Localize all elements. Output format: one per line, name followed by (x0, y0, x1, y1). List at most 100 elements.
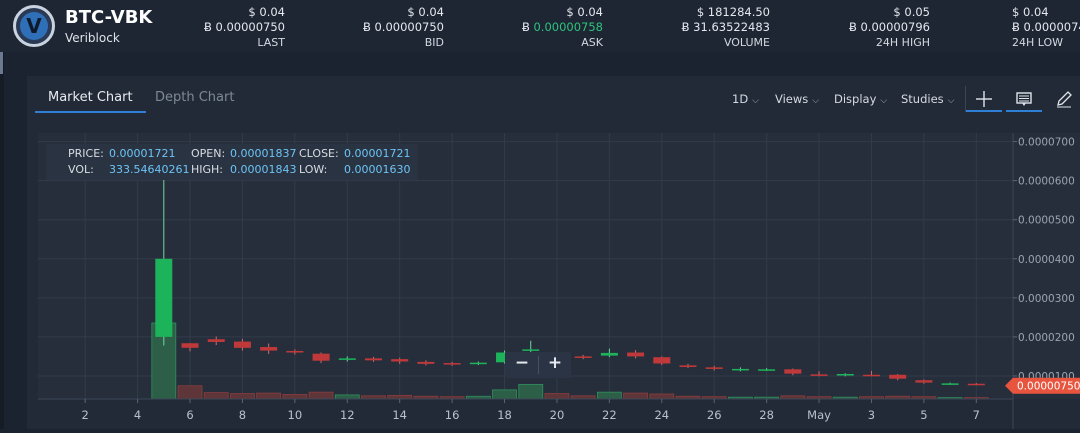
minus-icon[interactable]: − (506, 353, 538, 373)
sidebar-marker[interactable] (0, 52, 3, 74)
market-header: V BTC-VBK Veriblock $ 0.04 Ƀ 0.00000750 … (0, 0, 1080, 52)
legend-low: 0.00001630 (344, 163, 411, 176)
candle-body[interactable] (679, 365, 697, 367)
y-tick-label: 0.0000400 (1018, 254, 1075, 266)
candle-body[interactable] (417, 361, 435, 364)
legend-close: 0.00001721 (344, 147, 411, 160)
views-dropdown[interactable]: Views ⌵ (775, 92, 819, 106)
volume-bar (649, 393, 675, 400)
candle-body[interactable] (391, 359, 409, 362)
candle-body[interactable] (653, 357, 671, 364)
volume-bar (623, 392, 648, 400)
volume-bar (230, 393, 255, 400)
candle-body[interactable] (574, 356, 592, 358)
market-name: Veriblock (65, 31, 120, 45)
y-tick-label: 0.0000500 (1018, 215, 1075, 227)
candle-body[interactable] (522, 349, 540, 351)
crosshair-button[interactable] (966, 86, 1002, 112)
x-tick-label: 22 (602, 408, 617, 422)
volume-bar (256, 392, 282, 400)
candle-body[interactable] (627, 352, 645, 357)
stat-last: $ 0.04 Ƀ 0.00000750 LAST (203, 5, 285, 49)
candle-body[interactable] (364, 358, 382, 361)
plus-icon[interactable]: + (539, 353, 571, 373)
stat-24h-high: $ 0.05 Ƀ 0.00000796 24H HIGH (848, 5, 930, 49)
y-tick-label: 0.0000300 (1018, 293, 1075, 305)
candle-body[interactable] (731, 368, 749, 371)
candle-body[interactable] (260, 347, 278, 351)
chart-area[interactable]: 2 4 6 8 10 12 14 16 18 20 22 24 26 28 May 3 5 7 0.0000700 0… (38, 133, 1080, 429)
candle-body[interactable] (705, 367, 723, 369)
x-tick-label: 5 (920, 408, 927, 422)
stat-24h-low: $ 0.04 Ƀ 0.0000074 24H LOW (1012, 5, 1080, 49)
chart-tabs: Market Chart Depth Chart 1D ⌵ Views ⌵ Disp… (27, 76, 1080, 121)
candle-body[interactable] (941, 383, 959, 385)
candle-body[interactable] (758, 369, 776, 371)
legend-high-label: HIGH: (191, 163, 224, 176)
candle-body[interactable] (862, 374, 880, 377)
x-tick-label: 14 (392, 408, 407, 422)
x-tick-label: May (807, 408, 831, 422)
interval-dropdown[interactable]: 1D ⌵ (732, 92, 759, 106)
zoom-control: − + (505, 352, 571, 378)
legend-close-label: CLOSE: (299, 147, 339, 160)
legend-price: 0.00001721 (109, 147, 176, 160)
candle-body[interactable] (312, 353, 330, 361)
x-tick-label: 10 (288, 408, 303, 422)
candle-body[interactable] (207, 339, 225, 342)
y-tick-label: 0.0000700 (1018, 137, 1075, 149)
x-tick-label: 8 (239, 408, 246, 422)
display-dropdown[interactable]: Display ⌵ (834, 92, 887, 106)
candle-body[interactable] (286, 350, 304, 353)
indicator-panel-button[interactable] (1006, 86, 1042, 112)
x-tick-label: 24 (654, 408, 669, 422)
candle-body[interactable] (600, 352, 618, 356)
volume-bar (544, 393, 570, 400)
candle-body[interactable] (967, 383, 985, 386)
candle-body[interactable] (784, 369, 802, 374)
candle-body[interactable] (836, 374, 854, 376)
x-tick-label: 28 (759, 408, 774, 422)
candle-body[interactable] (338, 358, 356, 360)
y-tick-label: 0.0000600 (1018, 176, 1075, 188)
x-tick-label: 2 (82, 408, 89, 422)
indicator-panel-icon (1016, 92, 1032, 106)
legend-price-label: PRICE: (68, 147, 104, 160)
chevron-down-icon: ⌵ (947, 96, 955, 106)
pencil-icon (1057, 91, 1072, 108)
candle-body[interactable] (810, 374, 828, 376)
chevron-down-icon: ⌵ (752, 96, 759, 106)
left-sidebar-strip (0, 52, 4, 429)
candle-body[interactable] (443, 363, 461, 365)
x-tick-label: 20 (550, 408, 565, 422)
stat-bid: $ 0.04 Ƀ 0.00000750 BID (362, 5, 444, 49)
candle-body[interactable] (889, 374, 907, 379)
legend-open-label: OPEN: (191, 147, 226, 160)
crosshair-icon (976, 91, 992, 107)
tab-market-chart[interactable]: Market Chart (35, 90, 146, 113)
candle-body[interactable] (233, 341, 251, 348)
volume-bar (282, 394, 308, 400)
x-tick-label: 18 (497, 408, 512, 422)
volume-bar (492, 389, 517, 400)
legend-high: 0.00001843 (230, 163, 297, 176)
volume-bar (203, 392, 229, 400)
volume-bar (596, 391, 622, 400)
x-tick-label: 7 (973, 408, 980, 422)
x-tick-label: 12 (340, 408, 355, 422)
market-pair: BTC-VBK (65, 7, 153, 28)
volume-bar (387, 394, 413, 400)
candle-body[interactable] (469, 362, 487, 365)
studies-dropdown[interactable]: Studies ⌵ (901, 92, 955, 106)
legend-low-label: LOW: (299, 163, 328, 176)
candle-body[interactable] (181, 343, 199, 348)
candle-body[interactable] (915, 380, 933, 383)
chevron-down-icon: ⌵ (880, 96, 888, 106)
x-tick-label: 6 (186, 408, 193, 422)
volume-bar (518, 384, 544, 400)
volume-bar (334, 394, 360, 400)
chart-panel: Market Chart Depth Chart 1D ⌵ Views ⌵ Disp… (27, 76, 1080, 429)
tab-depth-chart[interactable]: Depth Chart (155, 90, 234, 105)
draw-tool-button[interactable] (1046, 86, 1080, 112)
candle-body[interactable] (155, 258, 173, 337)
